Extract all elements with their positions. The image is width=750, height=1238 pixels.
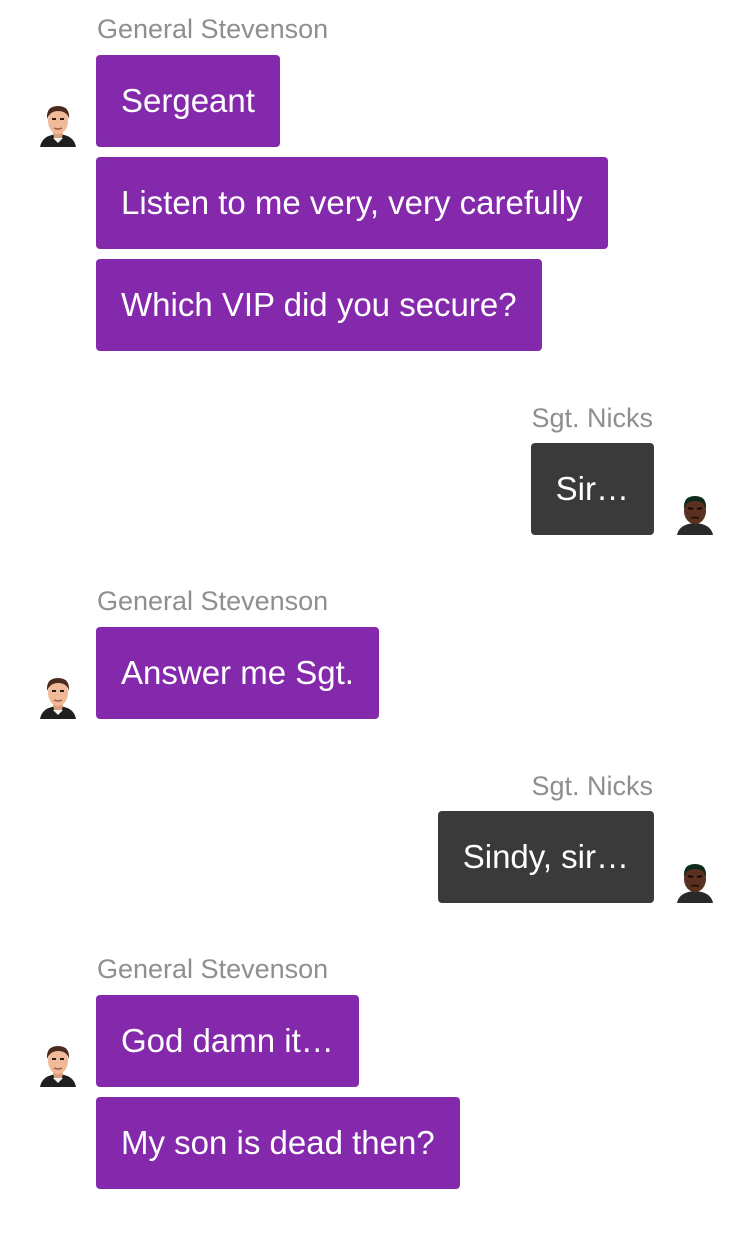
- general-avatar-icon[interactable]: [36, 671, 80, 719]
- general-avatar-icon[interactable]: [36, 1039, 80, 1087]
- message-bubble[interactable]: My son is dead then?: [96, 1097, 460, 1189]
- message-bubble[interactable]: God damn it…: [96, 995, 359, 1087]
- sergeant-avatar-icon[interactable]: [673, 487, 717, 535]
- sender-name: General Stevenson: [97, 954, 329, 984]
- message-bubble[interactable]: Sergeant: [96, 55, 280, 147]
- general-avatar-icon[interactable]: [36, 99, 80, 147]
- message-bubble[interactable]: Sir…: [530, 443, 654, 535]
- sender-name: General Stevenson: [97, 586, 329, 616]
- message-bubble[interactable]: Listen to me very, very carefully: [96, 157, 608, 249]
- sender-name: General Stevenson: [97, 14, 329, 44]
- sender-name: Sgt. Nicks: [531, 771, 653, 801]
- message-bubble[interactable]: Answer me Sgt.: [96, 627, 379, 719]
- sergeant-avatar-icon[interactable]: [673, 855, 717, 903]
- message-bubble[interactable]: Sindy, sir…: [437, 811, 654, 903]
- message-bubble[interactable]: Which VIP did you secure?: [96, 259, 542, 351]
- sender-name: Sgt. Nicks: [531, 403, 653, 433]
